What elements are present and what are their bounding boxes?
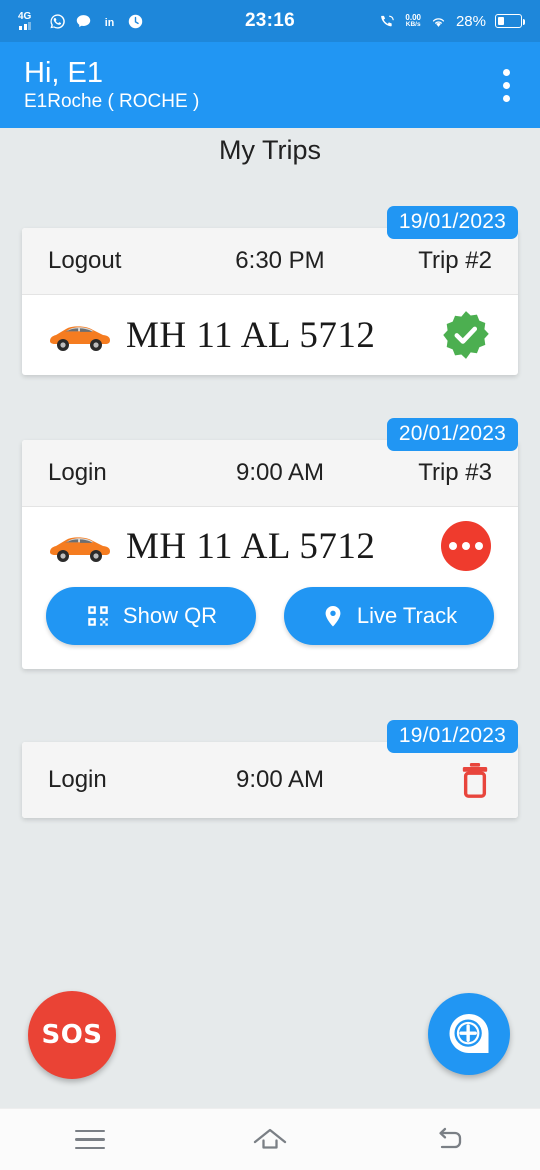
location-pin-icon bbox=[325, 606, 341, 627]
verified-check-icon bbox=[443, 311, 489, 359]
home-glyph bbox=[253, 1128, 287, 1149]
back-glyph bbox=[439, 1127, 462, 1148]
back-arrow-icon[interactable] bbox=[405, 1109, 495, 1170]
battery-icon bbox=[495, 14, 525, 28]
trip-date-badge: 19/01/2023 bbox=[386, 720, 518, 753]
trip-type-label: Login bbox=[48, 766, 107, 793]
trip-status-indicator[interactable] bbox=[438, 309, 494, 361]
trip-time-label: 6:30 PM bbox=[235, 247, 325, 274]
trip-card[interactable]: 19/01/2023 Login 9:00 AM bbox=[22, 720, 518, 818]
app-root: 4G in 23:16 0.00 KB/s 28% Hi, E1 E1Roche… bbox=[0, 0, 540, 1170]
trip-number-label: Trip #2 bbox=[418, 247, 492, 274]
account-subtitle: E1Roche ( ROCHE ) bbox=[24, 90, 200, 112]
pending-dots-icon bbox=[441, 521, 491, 571]
add-location-icon bbox=[449, 1013, 489, 1053]
trip-type-label: Logout bbox=[48, 247, 122, 274]
trip-vehicle-row: MH 11 AL 5712 bbox=[22, 295, 518, 375]
wifi-icon bbox=[432, 17, 445, 27]
car-icon bbox=[50, 326, 110, 351]
add-trip-button[interactable] bbox=[428, 993, 510, 1075]
trip-time-label: 9:00 AM bbox=[235, 459, 325, 486]
app-bar-titles: Hi, E1 E1Roche ( ROCHE ) bbox=[24, 56, 200, 113]
recents-menu-icon[interactable] bbox=[45, 1109, 135, 1170]
vehicle-plate-number: MH 11 AL 5712 bbox=[126, 525, 376, 567]
trip-time-label: 9:00 AM bbox=[235, 766, 325, 793]
trip-date-badge: 19/01/2023 bbox=[386, 206, 518, 239]
trip-status-indicator[interactable] bbox=[438, 521, 494, 571]
trash-icon bbox=[462, 763, 488, 798]
delete-trip-button[interactable] bbox=[362, 761, 492, 799]
status-bar-right-icons: 0.00 KB/s 28% bbox=[379, 12, 525, 30]
trip-card-header: Login 9:00 AM bbox=[22, 742, 518, 818]
car-icon bbox=[50, 537, 110, 562]
data-rate-indicator: 0.00 KB/s bbox=[405, 13, 421, 29]
page-title: My Trips bbox=[218, 135, 321, 165]
trip-date-badge: 20/01/2023 bbox=[386, 418, 518, 451]
sos-label: SOS bbox=[41, 1020, 103, 1050]
trip-number-label: Trip #3 bbox=[418, 459, 492, 486]
sos-button[interactable]: SOS bbox=[28, 991, 116, 1079]
trip-action-buttons: Show QR Live Track bbox=[22, 585, 518, 669]
app-bar: Hi, E1 E1Roche ( ROCHE ) bbox=[0, 42, 540, 128]
trip-card[interactable]: 19/01/2023 Logout 6:30 PM Trip #2 MH 11 … bbox=[22, 206, 518, 375]
show-qr-button[interactable]: Show QR bbox=[46, 587, 256, 645]
qr-code-icon bbox=[88, 606, 108, 626]
data-rate-unit: KB/s bbox=[405, 20, 421, 28]
status-bar: 4G in 23:16 0.00 KB/s 28% bbox=[0, 0, 540, 42]
call-wifi-icon bbox=[381, 15, 395, 26]
live-track-button[interactable]: Live Track bbox=[284, 587, 494, 645]
vehicle-plate-number: MH 11 AL 5712 bbox=[126, 314, 376, 356]
battery-percent-label: 28% bbox=[455, 12, 486, 30]
show-qr-label: Show QR bbox=[122, 603, 218, 628]
trip-type-label: Login bbox=[48, 459, 107, 486]
trip-card[interactable]: 20/01/2023 Login 9:00 AM Trip #3 MH 11 A… bbox=[22, 418, 518, 669]
home-icon[interactable] bbox=[225, 1109, 315, 1170]
trip-vehicle-row: MH 11 AL 5712 bbox=[22, 507, 518, 585]
android-nav-bar bbox=[0, 1108, 540, 1170]
greeting-text: Hi, E1 bbox=[24, 56, 103, 89]
live-track-label: Live Track bbox=[356, 603, 458, 628]
kebab-menu-icon[interactable] bbox=[497, 61, 516, 110]
